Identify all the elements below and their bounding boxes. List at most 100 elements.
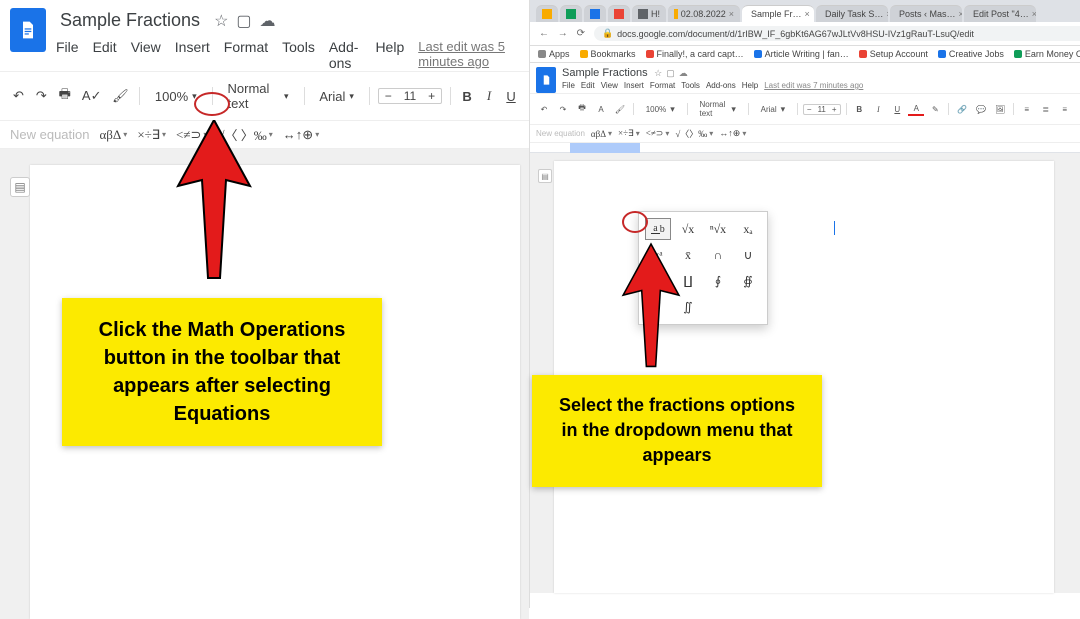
eq-misc-ops-button[interactable]: ×÷∃▾ xyxy=(618,128,640,139)
style-select[interactable]: Normal text▾ xyxy=(221,78,296,114)
fontsize-value[interactable]: 11 xyxy=(398,89,422,103)
outline-toggle-icon[interactable]: ▤ xyxy=(10,177,30,197)
reload-icon[interactable]: ⟳ xyxy=(574,28,588,39)
comment-icon[interactable]: 💬 xyxy=(973,104,989,115)
textcolor-button[interactable]: A xyxy=(908,103,924,116)
bookmark-item[interactable]: Creative Jobs xyxy=(938,49,1004,59)
star-icon[interactable]: ☆ xyxy=(214,11,228,31)
url-bar[interactable]: 🔒 docs.google.com/document/d/1rIBW_IF_6g… xyxy=(594,26,1080,41)
bookmark-item[interactable]: Earn Money Online… xyxy=(1014,49,1080,59)
docs-logo[interactable] xyxy=(536,67,556,93)
back-icon[interactable]: ← xyxy=(536,28,552,39)
menu-addons[interactable]: Add-ons xyxy=(329,39,362,71)
menu-edit[interactable]: Edit xyxy=(93,39,117,71)
browser-tab[interactable] xyxy=(584,5,606,22)
spellcheck-icon[interactable]: A xyxy=(593,104,609,115)
forward-icon[interactable]: → xyxy=(555,28,571,39)
math-op-iint[interactable]: ∬ xyxy=(675,296,701,318)
fontsize-minus[interactable]: − xyxy=(379,89,398,103)
align-justify-icon[interactable]: ≣ xyxy=(1076,104,1080,115)
math-op-fraction[interactable]: ab xyxy=(645,218,671,240)
eq-arrows-button[interactable]: ↔↑⊕ ▾ xyxy=(283,127,319,143)
math-op-bar[interactable]: x̄ xyxy=(675,244,701,266)
docs-logo[interactable] xyxy=(10,8,46,52)
new-equation-label[interactable]: New equation xyxy=(10,127,90,142)
menu-view[interactable]: View xyxy=(601,81,618,90)
bookmark-item[interactable]: Apps xyxy=(538,49,570,59)
italic-button[interactable]: I xyxy=(870,104,886,115)
browser-tab[interactable] xyxy=(536,5,558,22)
eq-math-ops-button[interactable]: √〈〉‰▾ xyxy=(675,127,713,140)
paint-icon[interactable]: 🖌 xyxy=(110,86,131,106)
redo-icon[interactable]: ↷ xyxy=(555,104,571,115)
cloud-icon[interactable]: ☁ xyxy=(679,68,688,79)
bold-button[interactable]: B xyxy=(851,104,867,115)
underline-button[interactable]: U xyxy=(503,87,519,106)
eq-arrows-button[interactable]: ↔↑⊕▾ xyxy=(719,128,746,139)
redo-icon[interactable]: ↷ xyxy=(33,86,50,106)
zoom-select[interactable]: 100%▾ xyxy=(639,101,682,118)
math-op-coproduct[interactable]: ∐ xyxy=(675,270,701,292)
eq-greek-button[interactable]: αβΔ▾ xyxy=(591,129,612,139)
menu-file[interactable]: File xyxy=(56,39,79,71)
browser-tab[interactable] xyxy=(560,5,582,22)
menu-file[interactable]: File xyxy=(562,81,575,90)
move-icon[interactable]: ▢ xyxy=(666,68,675,79)
print-icon[interactable]: 🖶 xyxy=(56,83,74,109)
menu-view[interactable]: View xyxy=(131,39,161,71)
math-ops-dropdown[interactable]: ab √x ⁿ√x xₐ xᵃ x̄ ∩ ∪ Π ∐ ∮ ∯ ∫ ∬ xyxy=(638,211,768,325)
print-icon[interactable]: 🖶 xyxy=(574,101,590,117)
align-center-icon[interactable]: ≣ xyxy=(1038,104,1054,115)
math-op-sint[interactable]: ∯ xyxy=(735,270,761,292)
cloud-icon[interactable]: ☁ xyxy=(260,11,276,31)
bookmark-item[interactable]: Article Writing | fan… xyxy=(754,49,849,59)
bookmark-item[interactable]: Setup Account xyxy=(859,49,928,59)
style-select[interactable]: Normal text▾ xyxy=(692,97,742,121)
browser-tab[interactable]: Daily Task S…× xyxy=(816,5,888,22)
eq-math-ops-button[interactable]: √〈 〉‰ ▾ xyxy=(217,125,272,144)
math-op-union[interactable]: ∪ xyxy=(735,244,761,266)
menu-tools[interactable]: Tools xyxy=(681,81,700,90)
move-icon[interactable]: ▢ xyxy=(236,11,251,31)
math-op-intersection[interactable]: ∩ xyxy=(705,244,731,266)
eq-relations-button[interactable]: <≠⊃▾ xyxy=(646,128,670,139)
browser-tab-active[interactable]: Sample Fr…× xyxy=(742,5,814,22)
eq-misc-ops-button[interactable]: ×÷∃ ▾ xyxy=(137,127,166,143)
menu-help[interactable]: Help xyxy=(742,81,758,90)
doc-title[interactable]: Sample Fractions xyxy=(56,8,204,33)
bookmark-item[interactable]: Finally!, a card capt… xyxy=(646,49,744,59)
eq-relations-button[interactable]: <≠⊃ ▾ xyxy=(176,127,207,143)
fontsize-plus[interactable]: + xyxy=(422,89,441,103)
menu-edit[interactable]: Edit xyxy=(581,81,595,90)
undo-icon[interactable]: ↶ xyxy=(10,86,27,106)
math-op-product[interactable]: Π xyxy=(645,270,671,292)
new-equation-label[interactable]: New equation xyxy=(536,129,585,138)
italic-button[interactable]: I xyxy=(481,86,497,106)
last-edit[interactable]: Last edit was 5 minutes ago xyxy=(418,39,519,71)
browser-tab[interactable]: H! xyxy=(632,5,666,22)
align-right-icon[interactable]: ≡ xyxy=(1057,104,1073,115)
last-edit[interactable]: Last edit was 7 minutes ago xyxy=(764,81,863,90)
font-select[interactable]: Arial▾ xyxy=(754,101,793,118)
menu-insert[interactable]: Insert xyxy=(175,39,210,71)
menu-insert[interactable]: Insert xyxy=(624,81,644,90)
align-left-icon[interactable]: ≡ xyxy=(1019,104,1035,115)
browser-tab[interactable]: Edit Post "4…× xyxy=(964,5,1036,22)
bold-button[interactable]: B xyxy=(459,87,475,106)
font-select[interactable]: Arial▾ xyxy=(312,86,361,107)
image-icon[interactable]: 🖼 xyxy=(992,104,1008,115)
math-op-sqrt[interactable]: √x xyxy=(675,218,701,240)
zoom-select[interactable]: 100%▾ xyxy=(148,86,204,107)
fontsize-stepper[interactable]: − 11 + xyxy=(378,88,443,104)
link-icon[interactable]: 🔗 xyxy=(954,104,970,115)
underline-button[interactable]: U xyxy=(889,104,905,115)
browser-tab[interactable] xyxy=(608,5,630,22)
browser-tab[interactable]: 02.08.2022× xyxy=(668,5,740,22)
eq-greek-button[interactable]: αβΔ ▾ xyxy=(100,127,128,143)
browser-tab[interactable]: Posts ‹ Mas…× xyxy=(890,5,962,22)
fontsize-stepper[interactable]: −11+ xyxy=(803,104,841,115)
math-op-superscript[interactable]: xᵃ xyxy=(645,244,671,266)
menu-format[interactable]: Format xyxy=(650,81,675,90)
menu-format[interactable]: Format xyxy=(224,39,268,71)
doc-title[interactable]: Sample Fractions xyxy=(562,67,648,79)
